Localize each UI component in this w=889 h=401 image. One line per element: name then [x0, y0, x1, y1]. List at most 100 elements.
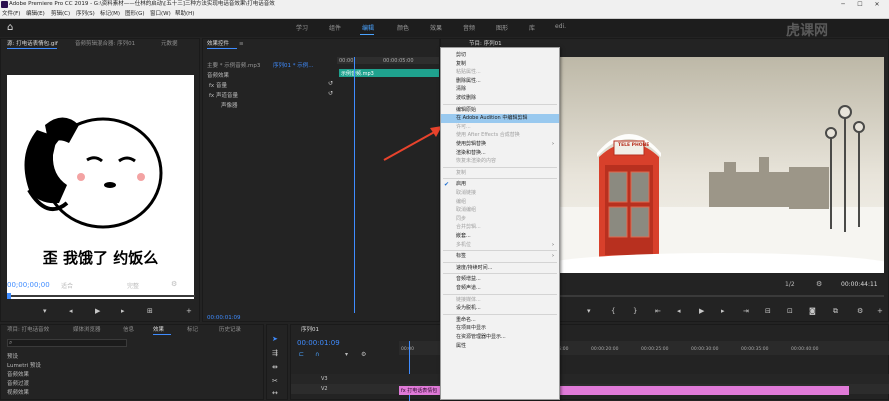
menu-window[interactable]: 窗口(W) — [150, 9, 171, 19]
extract-icon[interactable]: ⊡ — [787, 307, 793, 315]
meme-image: 歪 我饿了 约饭么 — [7, 75, 194, 299]
go-to-out-icon[interactable]: ⇥ — [743, 307, 749, 315]
context-menu-item[interactable]: 速度/持续时间... — [441, 264, 559, 273]
clip-target-label[interactable]: 序列01 * 示例... — [273, 61, 314, 69]
go-to-in-icon[interactable]: ⇤ — [655, 307, 661, 315]
add-button-icon[interactable]: + — [877, 307, 883, 315]
mark-in-icon[interactable]: { — [611, 307, 615, 315]
step-forward-icon[interactable]: ▸ — [121, 307, 125, 315]
tab-markers[interactable]: 标记 — [187, 325, 198, 335]
marker-add-icon[interactable]: ▾ — [345, 351, 348, 358]
menu-separator — [443, 313, 557, 315]
play-icon[interactable]: ▶ — [95, 307, 100, 315]
reset-icon[interactable]: ↺ — [328, 80, 333, 87]
reset-icon[interactable]: ↺ — [328, 90, 333, 97]
step-back-icon[interactable]: ◂ — [69, 307, 73, 315]
tab-info[interactable]: 信息 — [123, 325, 134, 335]
mark-out-icon[interactable]: } — [633, 307, 637, 315]
tree-audio-effects[interactable]: 音频效果 — [7, 370, 29, 378]
effect-row-panner[interactable]: 声像器 — [221, 101, 238, 109]
workspace-editing-alt[interactable]: edi. — [555, 23, 566, 30]
add-button-icon[interactable]: + — [186, 307, 192, 315]
menu-separator — [443, 166, 557, 168]
workspace-assembly[interactable]: 组件 — [329, 23, 341, 32]
minimize-button[interactable]: ─ — [835, 0, 851, 9]
menu-file[interactable]: 文件(F) — [2, 9, 20, 19]
wrench-icon[interactable]: ⚙ — [171, 280, 177, 288]
menu-graphics[interactable]: 图形(G) — [125, 9, 145, 19]
menu-sequence[interactable]: 序列(S) — [76, 9, 95, 19]
quality-dropdown[interactable]: 完整 — [127, 281, 139, 290]
tab-media-browser[interactable]: 媒体浏览器 — [73, 325, 101, 335]
context-menu-item[interactable]: 波纹删除 — [441, 94, 559, 103]
maximize-button[interactable]: ☐ — [852, 0, 868, 9]
effect-row-volume[interactable]: fx 音量 — [209, 81, 227, 89]
selection-tool-icon[interactable]: ➤ — [272, 335, 278, 343]
lift-icon[interactable]: ⊟ — [765, 307, 771, 315]
workspace-graphics[interactable]: 图形 — [496, 23, 508, 32]
mark-in-icon[interactable]: ▾ — [43, 307, 47, 315]
menu-marker[interactable]: 标记(M) — [100, 9, 120, 19]
context-menu-item[interactable]: 音频声道... — [441, 284, 559, 293]
tab-metadata[interactable]: 元数据 — [161, 39, 178, 49]
marker-icon[interactable]: ▾ — [587, 307, 591, 315]
menu-clip[interactable]: 剪辑(C) — [51, 9, 70, 19]
razor-tool-icon[interactable]: ✂ — [272, 377, 278, 385]
play-icon[interactable]: ▶ — [699, 307, 704, 315]
source-scrub-bar[interactable] — [7, 295, 195, 297]
ec-clip-name: 示例音频.mp3 — [341, 71, 374, 77]
context-menu-item[interactable]: 复制 — [441, 169, 559, 178]
tab-sequence[interactable]: 序列01 — [301, 325, 319, 335]
step-forward-icon[interactable]: ▸ — [721, 307, 725, 315]
program-zoom[interactable]: 1/2 — [785, 281, 795, 288]
tab-project[interactable]: 项目: 打电话音效 — [7, 325, 49, 335]
tree-presets[interactable]: 预设 — [7, 352, 18, 360]
context-menu-item-label: 许可... — [456, 123, 471, 130]
insert-icon[interactable]: ⊞ — [147, 307, 153, 315]
menu-help[interactable]: 帮助(H) — [175, 9, 194, 19]
close-button[interactable]: ✕ — [869, 0, 885, 9]
camera-icon[interactable]: ◙ — [809, 307, 816, 315]
effect-row-channel-volume[interactable]: fx 声道音量 — [209, 91, 238, 99]
context-menu-item[interactable]: 属性 — [441, 342, 559, 351]
slip-tool-icon[interactable]: ↔ — [272, 389, 278, 397]
tree-lumetri[interactable]: Lumetri 预设 — [7, 361, 41, 369]
workspace-learn[interactable]: 学习 — [296, 23, 308, 32]
panel-menu-icon[interactable]: ≡ — [239, 39, 244, 49]
source-playhead[interactable] — [7, 293, 11, 299]
menu-separator — [443, 250, 557, 252]
track-v3[interactable] — [291, 374, 889, 384]
workspace-audio[interactable]: 音频 — [463, 23, 475, 32]
workspace-color[interactable]: 颜色 — [397, 23, 409, 32]
home-icon[interactable]: ⌂ — [7, 22, 19, 34]
workspace-effects[interactable]: 效果 — [430, 23, 442, 32]
effects-search-input[interactable] — [7, 339, 127, 347]
menu-edit[interactable]: 编辑(E) — [26, 9, 45, 19]
linked-selection-icon[interactable]: ∩ — [315, 351, 319, 358]
snap-icon[interactable]: ⊏ — [299, 351, 304, 358]
settings-icon[interactable]: ⚙ — [857, 307, 863, 315]
timeline-timecode[interactable]: 00:00:01:09 — [297, 339, 340, 347]
context-menu-item[interactable]: 恢复未渲染的内容 — [441, 157, 559, 166]
step-back-icon[interactable]: ◂ — [677, 307, 681, 315]
ec-timecode[interactable]: 00:00:01:09 — [207, 315, 241, 321]
context-menu-item[interactable]: 标签 › — [441, 252, 559, 261]
tree-video-effects[interactable]: 视频效果 — [7, 388, 29, 396]
wrench-icon[interactable]: ⚙ — [816, 280, 822, 288]
tab-history[interactable]: 历史记录 — [219, 325, 241, 335]
program-scrub-bar[interactable] — [559, 295, 884, 297]
ripple-edit-icon[interactable]: ⇹ — [272, 363, 278, 371]
ec-playhead[interactable] — [354, 57, 355, 313]
workspace-libraries[interactable]: 库 — [529, 23, 535, 32]
source-timecode[interactable]: 00;00;00;00 — [7, 281, 50, 289]
track-select-icon[interactable]: ⇶ — [272, 349, 278, 357]
tab-audio-clip-mixer[interactable]: 音频剪辑混合器: 序列01 — [75, 39, 135, 49]
fit-dropdown[interactable]: 适合 — [61, 281, 73, 290]
context-menu-item[interactable]: 多机位 › — [441, 241, 559, 250]
context-menu-item[interactable]: 设为脱机... — [441, 304, 559, 313]
compare-icon[interactable]: ⧉ — [833, 307, 838, 316]
timeline-settings-icon[interactable]: ⚙ — [361, 351, 366, 358]
workspace-editing[interactable]: 编辑 — [362, 23, 374, 32]
context-menu-item-label: 复制 — [456, 169, 467, 176]
tree-audio-transitions[interactable]: 音频过渡 — [7, 379, 29, 387]
